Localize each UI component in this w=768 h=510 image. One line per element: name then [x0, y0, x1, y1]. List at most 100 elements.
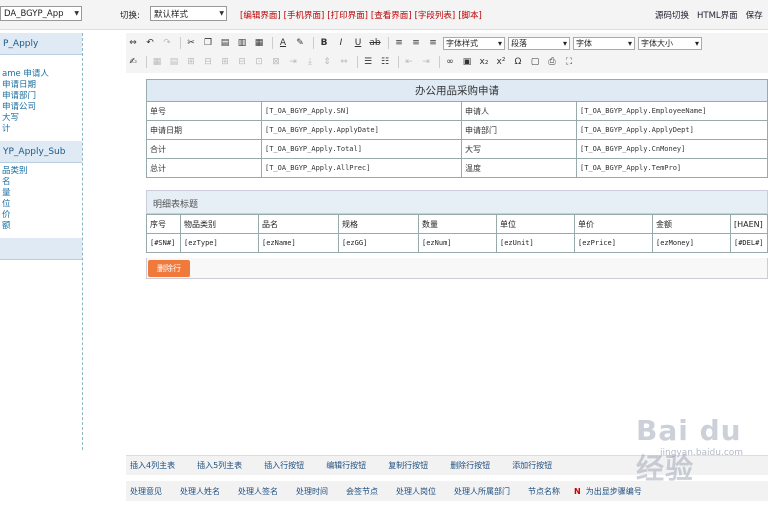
insert-row-button[interactable]: 插入行按钮 — [264, 460, 304, 471]
table-cell[interactable]: [ezType] — [180, 233, 259, 253]
field-countersign-node[interactable]: 会签节点 — [346, 486, 378, 497]
merge-down-icon[interactable]: ⤓ — [303, 55, 317, 69]
row-delete-icon[interactable]: ⊟ — [201, 55, 215, 69]
field-placeholder[interactable]: [T_OA_BGYP_Apply.ApplyDept] — [576, 120, 768, 140]
font-color-icon[interactable]: A — [276, 36, 290, 50]
sidebar-field-item[interactable]: ame 申请人 — [0, 69, 82, 80]
col-delete-icon[interactable]: ⊟ — [235, 55, 249, 69]
table-cell[interactable]: [#SN#] — [146, 233, 181, 253]
insert-5col-main-button[interactable]: 插入5列主表 — [197, 460, 242, 471]
merge-right-icon[interactable]: ⇥ — [286, 55, 300, 69]
table-cell[interactable]: [ezGG] — [338, 233, 419, 253]
sidebar-field-item[interactable]: 名 — [0, 177, 82, 188]
field-node-name[interactable]: 节点名称 — [528, 486, 560, 497]
sidebar-field-item[interactable]: 额 — [0, 221, 82, 232]
paragraph-select[interactable]: 段落 ▾ — [508, 36, 570, 50]
table-cell[interactable]: [ezUnit] — [496, 233, 575, 253]
delete-row-action-button[interactable]: 删除行按钮 — [450, 460, 490, 471]
save-link[interactable]: 保存 — [746, 9, 763, 21]
align-left-icon[interactable]: ≡ — [392, 36, 406, 50]
table-insert-icon[interactable]: ▦ — [150, 55, 164, 69]
field-placeholder[interactable]: [T_OA_BGYP_Apply.AllPrec] — [261, 158, 462, 178]
font-size-select[interactable]: 字体大小 ▾ — [638, 36, 702, 50]
tab-print-view[interactable]: [打印界面] — [327, 9, 368, 21]
undo-icon[interactable]: ↶ — [143, 36, 157, 50]
special-char-icon[interactable]: Ω — [511, 55, 525, 69]
table-props-icon[interactable]: ▤ — [167, 55, 181, 69]
field-placeholder[interactable]: [T_OA_BGYP_Apply.TemPro] — [576, 158, 768, 178]
paste-text-icon[interactable]: ▥ — [235, 36, 249, 50]
sidebar-field-item[interactable]: 量 — [0, 188, 82, 199]
paste-word-icon[interactable]: ▦ — [252, 36, 266, 50]
sidebar-field-item[interactable]: 位 — [0, 199, 82, 210]
split-col-icon[interactable]: ⇔ — [337, 55, 351, 69]
table-cell[interactable]: [ezMoney] — [652, 233, 731, 253]
subscript-icon[interactable]: x₂ — [477, 55, 491, 69]
field-placeholder[interactable]: [T_OA_BGYP_Apply.EmployeeName] — [576, 101, 768, 121]
field-placeholder[interactable]: [T_OA_BGYP_Apply.SN] — [261, 101, 462, 121]
copy-row-button[interactable]: 复制行按钮 — [388, 460, 428, 471]
paste-icon[interactable]: ▤ — [218, 36, 232, 50]
field-next-step-number[interactable]: 为出显步骤编号 — [586, 486, 642, 497]
tab-field-list[interactable]: [字段列表] — [415, 9, 456, 21]
field-opinion[interactable]: 处理意见 — [130, 486, 162, 497]
indent-icon[interactable]: ⇤ — [402, 55, 416, 69]
tab-edit-view[interactable]: [编辑界面] — [240, 9, 281, 21]
merge-cells-icon[interactable]: ⊡ — [252, 55, 266, 69]
field-handler-signature[interactable]: 处理人签名 — [238, 486, 278, 497]
sidebar-field-item[interactable]: 品类别 — [0, 166, 82, 177]
table-cell[interactable]: [ezName] — [258, 233, 339, 253]
field-handle-time[interactable]: 处理时间 — [296, 486, 328, 497]
html-view-link[interactable]: HTML界面 — [697, 9, 738, 21]
delete-row-button[interactable]: 删除行 — [148, 260, 190, 277]
editor-canvas[interactable]: 办公用品采购申请 单号 [T_OA_BGYP_Apply.SN] 申请人 [T_… — [126, 74, 768, 434]
sidebar-field-item[interactable]: 计 — [0, 124, 82, 135]
field-handler-post[interactable]: 处理人岗位 — [396, 486, 436, 497]
italic-icon[interactable]: I — [334, 36, 348, 50]
image-icon[interactable]: ▣ — [460, 55, 474, 69]
bullet-list-icon[interactable]: ☰ — [361, 55, 375, 69]
align-center-icon[interactable]: ≡ — [409, 36, 423, 50]
cut-icon[interactable]: ✂ — [184, 36, 198, 50]
link-icon[interactable]: ∞ — [443, 55, 457, 69]
sidebar-group-main-title[interactable]: P_Apply — [0, 33, 82, 55]
font-style-select[interactable]: 字体样式 ▾ — [443, 36, 505, 50]
tab-script[interactable]: [脚本] — [458, 9, 482, 21]
fullscreen-icon[interactable]: ⛶ — [562, 55, 576, 69]
tab-mobile-view[interactable]: [手机界面] — [284, 9, 325, 21]
print-icon[interactable]: ⎙ — [545, 55, 559, 69]
source-icon[interactable]: ⇔ — [126, 36, 140, 50]
preview-icon[interactable]: ▢ — [528, 55, 542, 69]
field-placeholder[interactable]: [T_OA_BGYP_Apply.CnMoney] — [576, 139, 768, 159]
sidebar-field-item[interactable]: 价 — [0, 210, 82, 221]
field-placeholder[interactable]: [T_OA_BGYP_Apply.Total] — [261, 139, 462, 159]
form-select[interactable]: DA_BGYP_App ▼ — [0, 6, 82, 21]
font-family-select[interactable]: 字体 ▾ — [573, 36, 635, 50]
sidebar-field-item[interactable]: 大写 — [0, 113, 82, 124]
field-handler-dept[interactable]: 处理人所属部门 — [454, 486, 510, 497]
outdent-icon[interactable]: ⇥ — [419, 55, 433, 69]
table-cell[interactable]: [#DEL#] — [730, 233, 768, 253]
add-row-button[interactable]: 添加行按钮 — [512, 460, 552, 471]
split-cells-icon[interactable]: ⊠ — [269, 55, 283, 69]
edit-form-icon[interactable]: ✍ — [126, 55, 140, 69]
numbered-list-icon[interactable]: ☷ — [378, 55, 392, 69]
insert-4col-main-button[interactable]: 插入4列主表 — [130, 460, 175, 471]
redo-icon[interactable]: ↷ — [160, 36, 174, 50]
edit-row-button[interactable]: 编辑行按钮 — [326, 460, 366, 471]
field-placeholder[interactable]: [T_OA_BGYP_Apply.ApplyDate] — [261, 120, 462, 140]
superscript-icon[interactable]: x² — [494, 55, 508, 69]
tab-read-view[interactable]: [查看界面] — [371, 9, 412, 21]
sidebar-field-item[interactable]: 申请部门 — [0, 91, 82, 102]
underline-icon[interactable]: U — [351, 36, 365, 50]
sidebar-field-item[interactable]: 申请日期 — [0, 80, 82, 91]
align-right-icon[interactable]: ≡ — [426, 36, 440, 50]
highlight-color-icon[interactable]: ✎ — [293, 36, 307, 50]
sidebar-field-item[interactable]: 申请公司 — [0, 102, 82, 113]
copy-icon[interactable]: ❐ — [201, 36, 215, 50]
row-insert-icon[interactable]: ⊞ — [184, 55, 198, 69]
source-toggle-link[interactable]: 源码切换 — [655, 9, 689, 21]
table-cell[interactable]: [ezPrice] — [574, 233, 653, 253]
table-cell[interactable]: [ezNum] — [418, 233, 497, 253]
bold-icon[interactable]: B — [317, 36, 331, 50]
